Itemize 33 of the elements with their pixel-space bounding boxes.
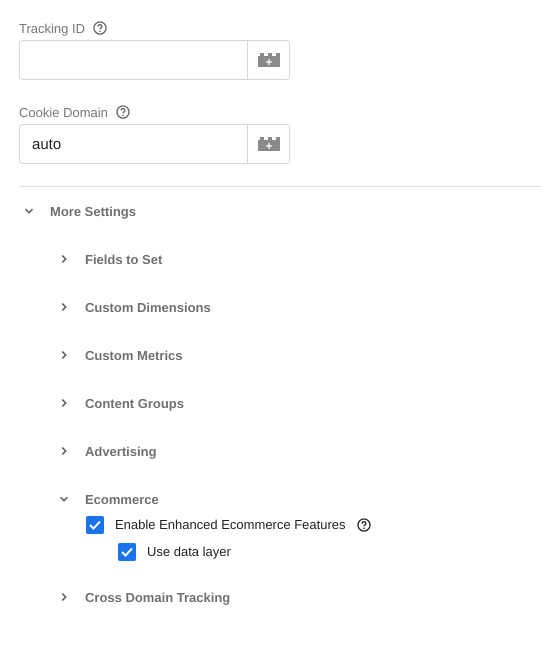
field-label: Cookie Domain xyxy=(19,104,108,120)
section-toggle[interactable]: Ecommerce xyxy=(59,492,159,506)
variable-brick-icon xyxy=(258,137,280,151)
variable-brick-icon xyxy=(258,53,280,67)
chevron-down-icon xyxy=(59,494,69,504)
chevron-right-icon xyxy=(59,398,69,408)
chevron-right-icon xyxy=(59,350,69,360)
chevron-right-icon xyxy=(59,302,69,312)
variable-button[interactable] xyxy=(248,40,290,80)
section-toggle[interactable]: Advertising xyxy=(59,444,157,458)
option-label: Use data layer xyxy=(147,544,231,559)
section-toggle[interactable]: More Settings xyxy=(24,204,136,218)
section-toggle[interactable]: Custom Metrics xyxy=(59,348,183,362)
section-toggle[interactable]: Cross Domain Tracking xyxy=(59,590,230,604)
help-icon[interactable] xyxy=(356,518,371,532)
text-field[interactable] xyxy=(19,40,248,80)
section-toggle[interactable]: Custom Dimensions xyxy=(59,300,211,314)
chevron-right-icon xyxy=(59,592,69,602)
check-icon xyxy=(89,520,101,530)
section-toggle[interactable]: Fields to Set xyxy=(59,252,162,266)
chevron-down-icon xyxy=(24,206,34,216)
field-label: Tracking ID xyxy=(19,20,85,36)
section-toggle[interactable]: Content Groups xyxy=(59,396,184,410)
variable-button[interactable] xyxy=(248,124,290,164)
chevron-right-icon xyxy=(59,254,69,264)
check-icon xyxy=(121,546,133,556)
checkbox[interactable] xyxy=(86,516,104,534)
option-label: Enable Enhanced Ecommerce Features xyxy=(115,517,346,532)
chevron-right-icon xyxy=(59,446,69,456)
checkbox[interactable] xyxy=(118,542,136,560)
text-field[interactable]: auto xyxy=(19,124,248,164)
help-icon[interactable] xyxy=(92,21,107,35)
help-icon[interactable] xyxy=(116,105,130,119)
